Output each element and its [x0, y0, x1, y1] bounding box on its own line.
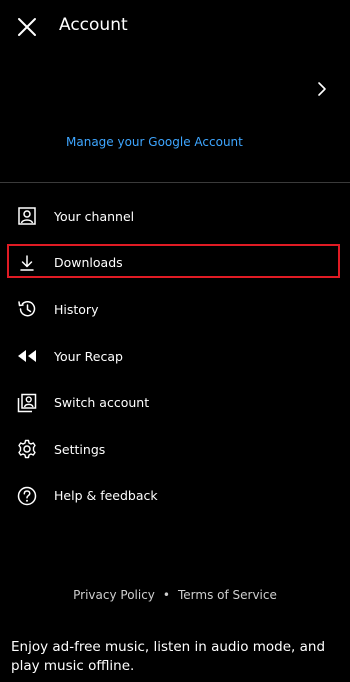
- account-menu: Your channel Downloads History Your Reca…: [0, 193, 350, 519]
- page-title: Account: [59, 15, 128, 35]
- terms-of-service-link[interactable]: Terms of Service: [178, 588, 277, 602]
- footer-links: Privacy Policy • Terms of Service: [0, 588, 350, 602]
- menu-item-label: Your Recap: [54, 348, 123, 364]
- manage-google-account-link[interactable]: Manage your Google Account: [66, 135, 243, 149]
- menu-item-label: Help & feedback: [54, 488, 158, 504]
- gear-icon: [16, 438, 38, 460]
- chevron-right-icon: [317, 81, 327, 97]
- history-icon: [16, 298, 38, 320]
- menu-item-your-channel[interactable]: Your channel: [0, 193, 350, 240]
- footer-separator: •: [162, 588, 170, 602]
- person-icon: [16, 205, 38, 227]
- close-icon: [17, 17, 37, 37]
- menu-item-downloads[interactable]: Downloads: [0, 240, 350, 287]
- download-icon: [16, 252, 38, 274]
- premium-promo-text: Enjoy ad-free music, listen in audio mod…: [11, 639, 326, 674]
- menu-item-label: Downloads: [54, 255, 123, 271]
- menu-item-history[interactable]: History: [0, 286, 350, 333]
- menu-item-label: Your channel: [54, 208, 135, 224]
- rewind-icon: [16, 345, 38, 367]
- menu-item-settings[interactable]: Settings: [0, 426, 350, 473]
- switch-account-icon: [16, 392, 38, 414]
- account-chevron-button[interactable]: [312, 78, 332, 100]
- menu-item-label: History: [54, 301, 99, 317]
- menu-item-switch-account[interactable]: Switch account: [0, 379, 350, 426]
- menu-item-label: Settings: [54, 441, 106, 457]
- close-button[interactable]: [14, 14, 40, 40]
- privacy-policy-link[interactable]: Privacy Policy: [73, 588, 155, 602]
- menu-item-help-feedback[interactable]: Help & feedback: [0, 473, 350, 520]
- divider: [0, 182, 350, 183]
- menu-item-label: Switch account: [54, 395, 150, 411]
- header: Account: [0, 0, 350, 56]
- menu-item-your-recap[interactable]: Your Recap: [0, 333, 350, 380]
- help-icon: [16, 485, 38, 507]
